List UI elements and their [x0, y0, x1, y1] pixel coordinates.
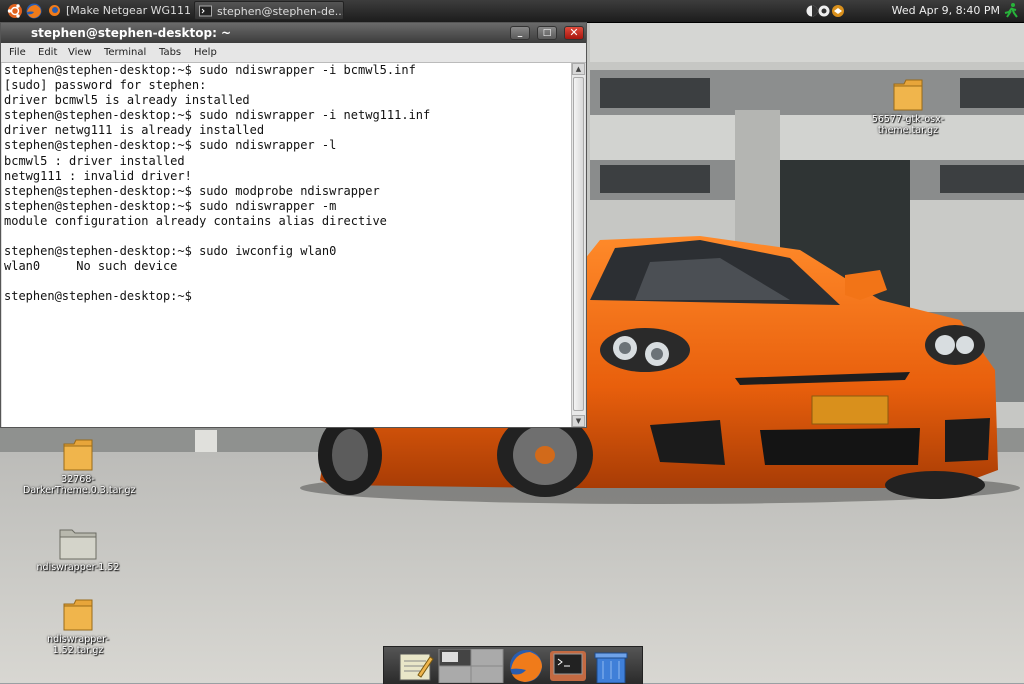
terminal-line: stephen@stephen-desktop:~$ sudo modprobe…: [4, 183, 380, 198]
archive-icon: [893, 79, 923, 111]
menu-terminal[interactable]: Terminal: [104, 43, 146, 62]
top-panel: [Make Netgear WG111... stephen@stephen-d…: [0, 0, 1024, 23]
desktop-icon-label: ndiswrapper-1.52.tar.gz: [47, 634, 109, 656]
scroll-down-arrow[interactable]: ▼: [572, 415, 585, 427]
terminal-line: bcmwl5 : driver installed: [4, 153, 185, 168]
archive-icon: [63, 439, 93, 471]
terminal-line: stephen@stephen-desktop:~$ sudo ndiswrap…: [4, 198, 337, 213]
terminal-prompt[interactable]: stephen@stephen-desktop:~$: [4, 289, 569, 304]
terminal-titlebar[interactable]: stephen@stephen-desktop: ~ _ □ ✕: [1, 23, 586, 43]
terminal-window[interactable]: stephen@stephen-desktop: ~ _ □ ✕ File Ed…: [0, 22, 587, 428]
terminal-line: [sudo] password for stephen:: [4, 78, 207, 93]
desktop-icon-ndiswrapper-folder[interactable]: ndiswrapper-1.52: [23, 526, 133, 573]
terminal-icon: [199, 5, 212, 17]
trash-icon[interactable]: [591, 649, 631, 683]
desktop-icon-label: 56577-gtk-osx-theme.tar.gz: [871, 114, 945, 136]
terminal-line: stephen@stephen-desktop:~$ sudo ndiswrap…: [4, 138, 337, 153]
archive-icon: [63, 599, 93, 631]
terminal-line: driver netwg111 is already installed: [4, 123, 265, 138]
menu-edit[interactable]: Edit: [38, 43, 57, 62]
menu-tabs[interactable]: Tabs: [159, 43, 181, 62]
close-button[interactable]: ✕: [564, 26, 584, 40]
terminal-line: stephen@stephen-desktop:~$ sudo iwconfig…: [4, 244, 337, 259]
firefox-icon: [49, 5, 60, 16]
terminal-line: stephen@stephen-desktop:~$ sudo ndiswrap…: [4, 108, 431, 123]
minimize-button[interactable]: _: [510, 26, 530, 40]
taskbar-button-label: [Make Netgear WG111...: [66, 4, 192, 17]
system-tray-icons[interactable]: [806, 2, 846, 20]
workspace-switcher-icon[interactable]: [438, 649, 504, 683]
firefox-launcher-icon[interactable]: [25, 2, 43, 20]
terminal-text: stephen@stephen-desktop:~$ sudo ndiswrap…: [2, 63, 571, 305]
desktop-icon-gtk-theme[interactable]: 56577-gtk-osx-theme.tar.gz: [853, 78, 963, 136]
maximize-button[interactable]: □: [537, 26, 557, 40]
terminal-line: module configuration already contains al…: [4, 213, 387, 228]
desktop-icon-label: ndiswrapper-1.52: [36, 562, 120, 573]
terminal-icon[interactable]: [548, 649, 588, 683]
menu-view[interactable]: View: [68, 43, 92, 62]
taskbar-button-label: stephen@stephen-de...: [217, 5, 344, 18]
menu-file[interactable]: File: [9, 43, 26, 62]
menu-help[interactable]: Help: [194, 43, 217, 62]
terminal-line: netwg111 : invalid driver!: [4, 168, 192, 183]
taskbar-button-terminal[interactable]: stephen@stephen-de...: [194, 1, 344, 20]
bottom-dock: [383, 646, 643, 684]
desktop-icon-ndiswrapper-archive[interactable]: ndiswrapper-1.52.tar.gz: [23, 598, 133, 656]
desktop-icon-label: 32768-DarkerTheme.0.3.tar.gz: [23, 474, 136, 496]
taskbar-button-browser[interactable]: [Make Netgear WG111...: [44, 1, 192, 20]
desktop-icon-darker-theme[interactable]: 32768-DarkerTheme.0.3.tar.gz: [23, 438, 136, 496]
panel-clock[interactable]: Wed Apr 9, 8:40 PM: [892, 0, 1000, 22]
text-editor-icon[interactable]: [396, 649, 436, 683]
terminal-line: wlan0 No such device: [4, 259, 178, 274]
terminal-line: driver bcmwl5 is already installed: [4, 93, 250, 108]
ubuntu-menu-icon[interactable]: [6, 2, 24, 20]
scroll-up-arrow[interactable]: ▲: [572, 63, 585, 75]
folder-icon: [59, 529, 97, 560]
scroll-thumb[interactable]: [573, 77, 584, 411]
terminal-menubar: File Edit View Terminal Tabs Help: [1, 43, 586, 63]
logout-runner-icon[interactable]: [1002, 2, 1020, 20]
terminal-output[interactable]: stephen@stephen-desktop:~$ sudo ndiswrap…: [2, 63, 571, 427]
terminal-line: stephen@stephen-desktop:~$ sudo ndiswrap…: [4, 63, 416, 77]
terminal-scrollbar[interactable]: ▲ ▼: [571, 63, 585, 427]
firefox-icon[interactable]: [506, 649, 546, 683]
window-title: stephen@stephen-desktop: ~: [31, 26, 232, 40]
